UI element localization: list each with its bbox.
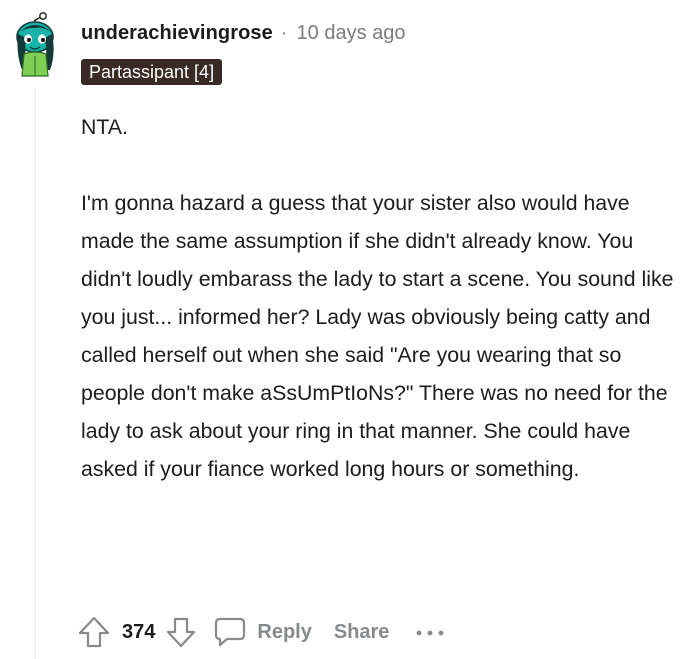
reply-button[interactable]: Reply <box>213 615 312 649</box>
username-link[interactable]: underachievingrose <box>81 20 273 46</box>
thread-collapse-line[interactable] <box>34 88 36 659</box>
meta-separator: · <box>280 22 288 44</box>
comment-body: NTA. I'm gonna hazard a guess that your … <box>81 108 681 488</box>
comment-action-bar: 374 Reply Share <box>76 612 445 652</box>
comment-timestamp[interactable]: 10 days ago <box>297 20 406 46</box>
share-label: Share <box>333 620 390 643</box>
comment: underachievingrose · 10 days ago Partass… <box>0 0 700 659</box>
user-avatar[interactable] <box>12 12 60 78</box>
user-flair: Partassipant [4] <box>81 59 223 85</box>
more-options-button[interactable] <box>415 621 445 644</box>
upvote-arrow-icon[interactable] <box>76 614 112 650</box>
share-button[interactable]: Share <box>334 621 390 644</box>
ellipsis-icon <box>417 630 444 635</box>
comment-paragraph: NTA. <box>81 115 128 139</box>
comment-paragraph: I'm gonna hazard a guess that your siste… <box>81 191 674 481</box>
speech-bubble-icon <box>215 617 246 647</box>
reply-label: Reply <box>257 620 312 643</box>
comment-header: underachievingrose · 10 days ago <box>81 20 406 46</box>
downvote-arrow-icon[interactable] <box>165 615 197 649</box>
vote-count: 374 <box>122 620 156 643</box>
